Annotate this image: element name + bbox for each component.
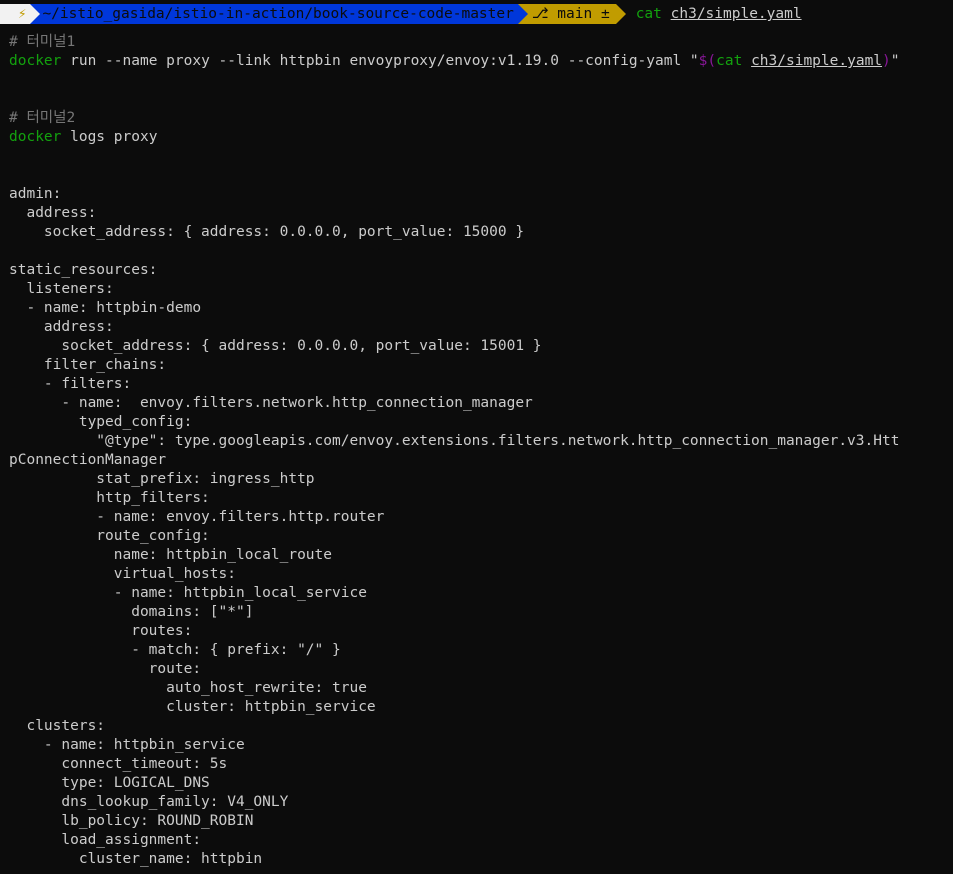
- yaml-line: - name: envoy.filters.network.http_conne…: [9, 395, 533, 411]
- prompt-git-segment: ⎇ main ±: [527, 4, 616, 24]
- yaml-line: lb_policy: ROUND_ROBIN: [9, 813, 254, 829]
- yaml-line: static_resources:: [9, 262, 158, 278]
- yaml-line: http_filters:: [9, 490, 210, 506]
- command-bin: docker: [9, 129, 62, 145]
- subst-command: cat: [716, 53, 743, 69]
- yaml-line: - name: envoy.filters.http.router: [9, 509, 385, 525]
- command-line: docker logs proxy: [9, 129, 157, 145]
- prompt-separator: [517, 4, 528, 24]
- prompt-separator: [30, 4, 41, 24]
- quote-close: ": [890, 53, 900, 69]
- command-args: logs proxy: [61, 129, 158, 145]
- yaml-line: route:: [9, 661, 202, 677]
- terminal-window[interactable]: ⚡ ~/istio_gasida/istio-in-action/book-so…: [0, 0, 953, 874]
- comment-line: # 터미널1: [9, 34, 76, 50]
- yaml-line: auto_host_rewrite: true: [9, 680, 367, 696]
- yaml-line: address:: [9, 205, 97, 221]
- terminal-output: # 터미널1 docker run --name proxy --link ht…: [9, 33, 900, 869]
- yaml-line: cluster: httpbin_service: [9, 699, 376, 715]
- yaml-line: routes:: [9, 623, 193, 639]
- yaml-line: type: LOGICAL_DNS: [9, 775, 210, 791]
- prompt-command: cat ch3/simple.yaml: [626, 4, 802, 24]
- command-name: cat: [635, 6, 662, 22]
- yaml-line: address:: [9, 319, 114, 335]
- subst-open: $(: [698, 53, 717, 69]
- yaml-line: admin:: [9, 186, 62, 202]
- subst-close: ): [882, 53, 891, 69]
- command-arg: ch3/simple.yaml: [670, 6, 802, 22]
- yaml-line: pConnectionManager: [9, 452, 167, 468]
- yaml-line: socket_address: { address: 0.0.0.0, port…: [9, 224, 525, 240]
- subst-arg: ch3/simple.yaml: [751, 53, 883, 69]
- yaml-line: - filters:: [9, 376, 132, 392]
- yaml-line: dns_lookup_family: V4_ONLY: [9, 794, 289, 810]
- yaml-line: clusters:: [9, 718, 106, 734]
- prompt-separator: [615, 4, 626, 24]
- prompt-path: ~/istio_gasida/istio-in-action/book-sour…: [40, 4, 518, 24]
- branch-icon: ⎇: [531, 6, 558, 22]
- yaml-line: route_config:: [9, 528, 210, 544]
- yaml-line: - name: httpbin_local_service: [9, 585, 367, 601]
- shell-prompt: ⚡ ~/istio_gasida/istio-in-action/book-so…: [0, 4, 802, 24]
- command-bin: docker: [9, 53, 62, 69]
- yaml-line: typed_config:: [9, 414, 193, 430]
- yaml-line: name: httpbin_local_route: [9, 547, 333, 563]
- yaml-line: socket_address: { address: 0.0.0.0, port…: [9, 338, 542, 354]
- yaml-line: listeners:: [9, 281, 114, 297]
- git-branch: main ±: [557, 6, 610, 22]
- yaml-line: domains: ["*"]: [9, 604, 254, 620]
- yaml-line: connect_timeout: 5s: [9, 756, 228, 772]
- yaml-line: virtual_hosts:: [9, 566, 236, 582]
- yaml-line: load_assignment:: [9, 832, 202, 848]
- yaml-line: stat_prefix: ingress_http: [9, 471, 315, 487]
- yaml-line: "@type": type.googleapis.com/envoy.exten…: [9, 433, 900, 449]
- yaml-line: - name: httpbin-demo: [9, 300, 202, 316]
- yaml-line: - name: httpbin_service: [9, 737, 245, 753]
- yaml-line: filter_chains:: [9, 357, 167, 373]
- yaml-line: cluster_name: httpbin: [9, 851, 263, 867]
- comment-line: # 터미널2: [9, 110, 76, 126]
- command-line: docker run --name proxy --link httpbin e…: [9, 53, 900, 69]
- lightning-icon: ⚡: [0, 4, 31, 24]
- yaml-line: - match: { prefix: "/" }: [9, 642, 341, 658]
- yaml-output: admin: address: socket_address: { addres…: [9, 186, 899, 867]
- command-args: run --name proxy --link httpbin envoypro…: [61, 53, 699, 69]
